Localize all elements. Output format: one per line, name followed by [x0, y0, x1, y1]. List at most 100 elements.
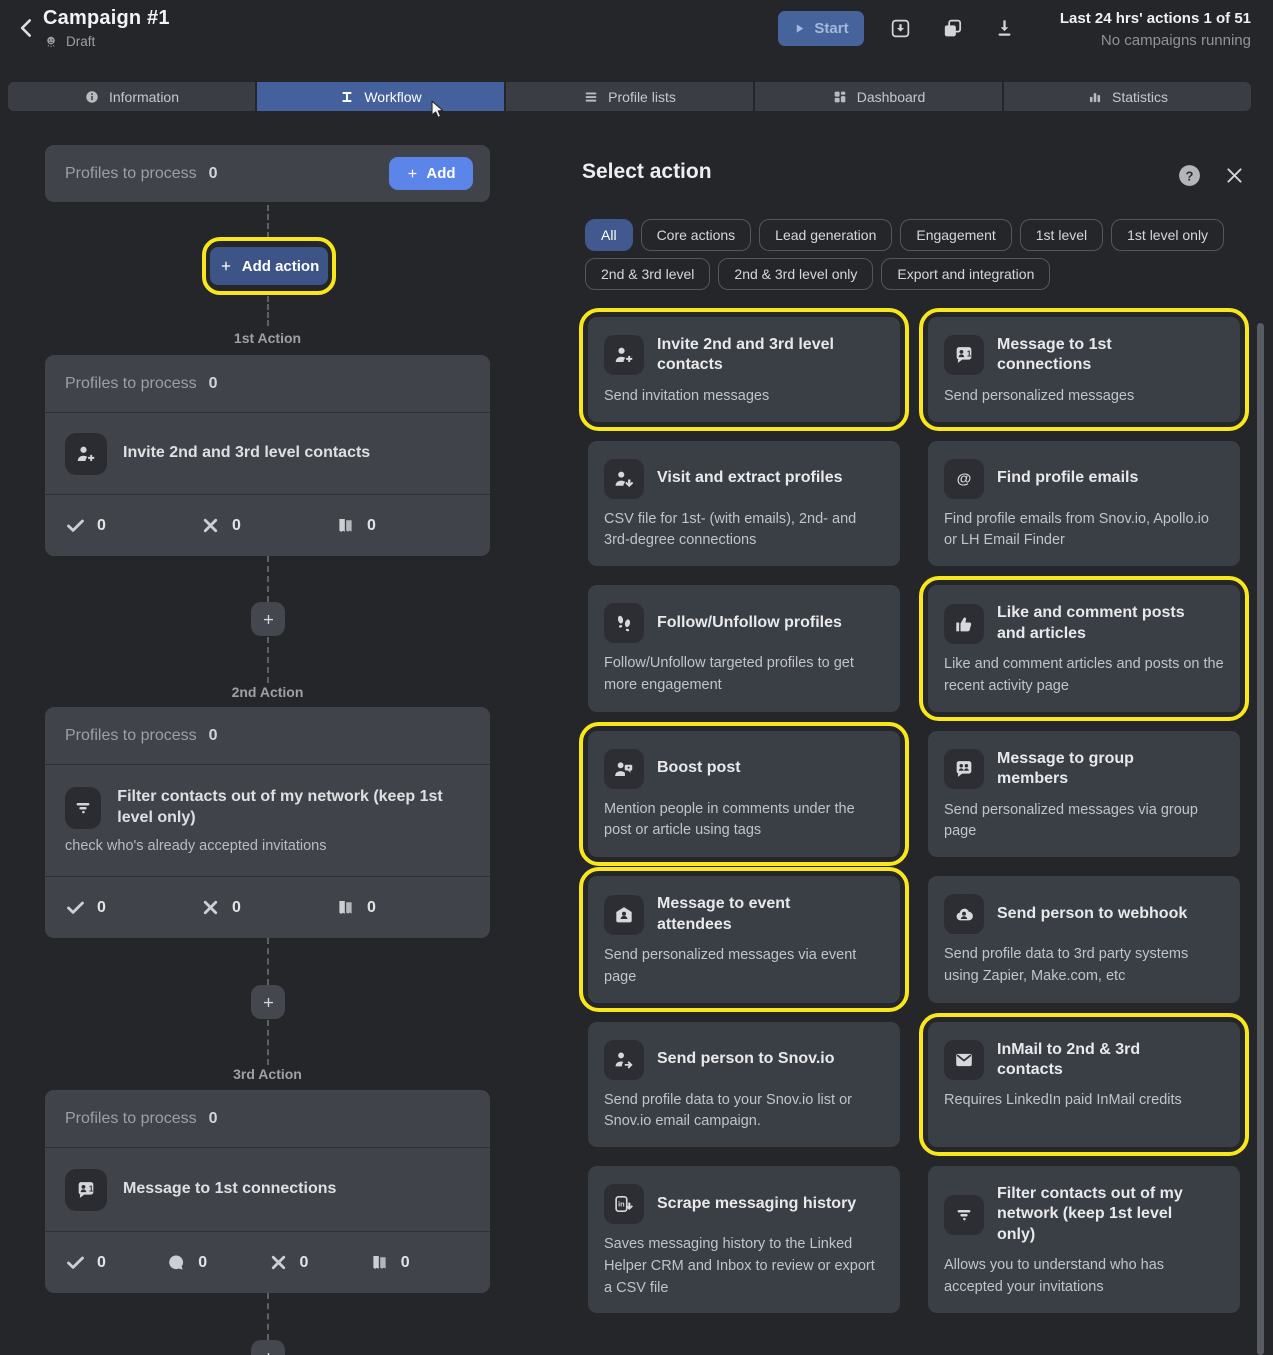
tab-label: Workflow [364, 89, 421, 105]
plus-icon [261, 995, 276, 1010]
workflow-icon [339, 89, 355, 105]
step-card-header: Profiles to process 0 [45, 355, 490, 413]
action-card-boost-post[interactable]: Boost post Mention people in comments un… [588, 731, 900, 857]
action-card-scrape-history[interactable]: in Scrape messaging history Saves messag… [588, 1166, 900, 1313]
action-card-follow-unfollow[interactable]: Follow/Unfollow profiles Follow/Unfollow… [588, 585, 900, 711]
svg-text:?: ? [1186, 168, 1194, 183]
stats-icon [1087, 89, 1103, 105]
in-download-icon: in [613, 1193, 635, 1215]
panel-scrollbar[interactable] [1257, 323, 1264, 1355]
step-counters: 0 0 0 [45, 494, 490, 556]
close-icon[interactable] [1224, 165, 1245, 186]
filter-chip-lead-generation[interactable]: Lead generation [759, 219, 892, 251]
action-card-like-comment[interactable]: Like and comment posts and articles Like… [928, 585, 1240, 711]
select-action-title: Select action [582, 160, 712, 184]
profiles-count: 0 [209, 727, 218, 745]
chip-label: Engagement [916, 227, 995, 243]
filter-chip-1st-level-only[interactable]: 1st level only [1111, 219, 1224, 251]
action-card-inmail[interactable]: InMail to 2nd & 3rd contacts Requires Li… [928, 1022, 1240, 1148]
action-title: Boost post [657, 758, 741, 778]
cross-icon [200, 897, 221, 918]
tab-label: Information [109, 89, 179, 105]
workflow-step-card-2[interactable]: Profiles to process 0 Filter contacts ou… [45, 707, 490, 938]
start-campaign-button[interactable]: Start [778, 11, 864, 46]
pages-icon [335, 897, 356, 918]
insert-action-button[interactable] [251, 1340, 285, 1355]
profiles-source-card[interactable]: Profiles to process 0 Add [45, 145, 490, 202]
pages-icon [335, 515, 356, 536]
action-card-webhook[interactable]: Send person to webhook Send profile data… [928, 876, 1240, 1002]
step-title: Message to 1st connections [123, 1179, 336, 1200]
action-card-find-emails[interactable]: @ Find profile emails Find profile email… [928, 441, 1240, 567]
check-icon [65, 515, 86, 536]
download-icon[interactable] [993, 17, 1016, 40]
filter-chip-engagement[interactable]: Engagement [900, 219, 1011, 251]
chip-label: Core actions [657, 227, 736, 243]
step-title: Invite 2nd and 3rd level contacts [123, 443, 370, 464]
tab-statistics[interactable]: Statistics [1004, 82, 1251, 111]
failed-counter: 0 [200, 515, 335, 536]
info-icon [84, 89, 100, 105]
add-profiles-button[interactable]: Add [389, 157, 473, 190]
action-desc: Send profile data to 3rd party systems u… [944, 944, 1224, 988]
tab-dashboard[interactable]: Dashboard [755, 82, 1002, 111]
tab-bar: Information Workflow Profile lists Dashb… [8, 82, 1251, 111]
play-icon [793, 22, 806, 35]
action-title: Invite 2nd and 3rd level contacts [657, 335, 869, 376]
counter-value: 0 [367, 517, 376, 535]
insert-action-button[interactable] [251, 602, 285, 636]
queued-counter: 0 [369, 1252, 470, 1273]
help-icon[interactable]: ? [1177, 163, 1202, 188]
action-card-filter-network[interactable]: Filter contacts out of my network (keep … [928, 1166, 1240, 1313]
import-icon[interactable] [889, 17, 912, 40]
chip-label: 1st level [1036, 227, 1087, 243]
action-card-invite-2nd-3rd[interactable]: Invite 2nd and 3rd level contacts Send i… [588, 317, 900, 422]
dashboard-icon [832, 89, 848, 105]
message-1st-icon: 1 [953, 344, 975, 366]
action-card-snovio[interactable]: Send person to Snov.io Send profile data… [588, 1022, 900, 1148]
boost-post-icon [613, 758, 635, 780]
back-button[interactable] [14, 15, 40, 41]
plus-icon [219, 259, 233, 273]
filter-chip-2nd-3rd-level-only[interactable]: 2nd & 3rd level only [718, 258, 873, 290]
action-title: Message to 1st connections [997, 335, 1209, 376]
tab-profile-lists[interactable]: Profile lists [506, 82, 753, 111]
action-title: Send person to Snov.io [657, 1049, 835, 1069]
workflow-step-card-1[interactable]: Profiles to process 0 Invite 2nd and 3rd… [45, 355, 490, 556]
duplicate-icon[interactable] [941, 17, 964, 40]
tab-information[interactable]: Information [8, 82, 255, 111]
svg-text:@: @ [957, 470, 972, 487]
action-card-visit-extract[interactable]: Visit and extract profiles CSV file for … [588, 441, 900, 567]
action-desc: Requires LinkedIn paid InMail credits [944, 1090, 1224, 1112]
filter-icon [953, 1204, 975, 1226]
insert-action-button[interactable] [251, 985, 285, 1019]
action-card-message-event[interactable]: Message to event attendees Send personal… [588, 876, 900, 1002]
chip-label: Export and integration [897, 266, 1034, 282]
action-desc: Mention people in comments under the pos… [604, 799, 884, 843]
queued-counter: 0 [335, 515, 470, 536]
workflow-connector [267, 205, 269, 238]
tab-workflow[interactable]: Workflow [257, 82, 504, 111]
footsteps-icon [613, 612, 635, 634]
filter-chip-2nd-3rd-level[interactable]: 2nd & 3rd level [585, 258, 710, 290]
action-desc: Send invitation messages [604, 386, 884, 408]
action-title: Like and comment posts and articles [997, 603, 1209, 644]
workflow-connector [267, 938, 269, 985]
filter-chip-export-integration[interactable]: Export and integration [881, 258, 1050, 290]
filter-chip-core-actions[interactable]: Core actions [641, 219, 752, 251]
action-card-grid: Invite 2nd and 3rd level contacts Send i… [588, 317, 1240, 1313]
action-card-message-group[interactable]: Message to group members Send personaliz… [928, 731, 1240, 857]
action-title: Filter contacts out of my network (keep … [997, 1184, 1209, 1245]
counter-value: 0 [367, 899, 376, 917]
counter-value: 0 [232, 899, 241, 917]
workflow-step-card-3[interactable]: Profiles to process 0 1 Message to 1st c… [45, 1090, 490, 1293]
thumb-up-icon [953, 613, 975, 635]
filter-icon [72, 797, 94, 819]
filter-chip-1st-level[interactable]: 1st level [1020, 219, 1103, 251]
action-desc: Allows you to understand who has accepte… [944, 1255, 1224, 1299]
add-action-button[interactable]: Add action [210, 247, 328, 285]
filter-chip-all[interactable]: All [585, 219, 633, 251]
action-desc: Send personalized messages [944, 386, 1224, 408]
action-card-message-1st[interactable]: 1 Message to 1st connections Send person… [928, 317, 1240, 422]
step-counters: 0 0 0 0 [45, 1231, 490, 1293]
